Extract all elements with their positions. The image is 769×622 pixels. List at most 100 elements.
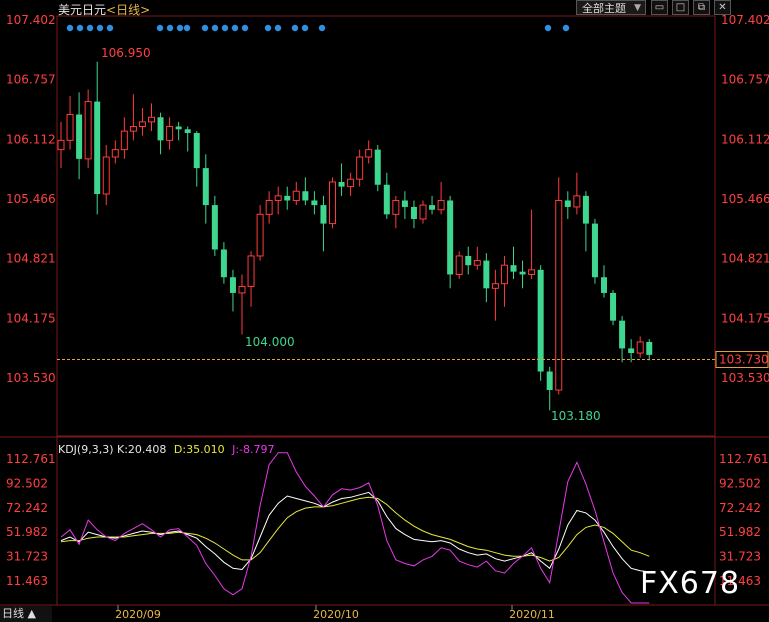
candle-body	[193, 132, 200, 169]
candle-body	[401, 200, 408, 207]
candle-body	[628, 348, 635, 354]
price-axis-label-right: 103.530	[721, 371, 769, 385]
event-dot	[274, 24, 282, 32]
candle-body	[138, 121, 146, 128]
kdj-axis-label-right: 31.723	[719, 550, 761, 564]
candle-body	[211, 205, 218, 250]
candle-body	[129, 126, 137, 132]
event-dot	[221, 24, 229, 32]
kdj-axis-label-left: 92.502	[6, 476, 48, 490]
candlestick-chart[interactable]: 107.402 107.402 106.757 106.757 106.112 106.1…	[0, 0, 769, 622]
candle-body	[528, 269, 536, 275]
candle-body	[120, 130, 128, 151]
candle-body	[94, 101, 101, 195]
event-dot	[76, 24, 84, 32]
kdj-axis-label-right: 112.761	[719, 452, 769, 466]
period-label: 日线 ▲	[2, 607, 36, 620]
kdj-d-value: D:35.010	[173, 443, 225, 456]
event-dot	[241, 24, 249, 32]
event-dot	[96, 24, 104, 32]
candle-body	[646, 341, 653, 355]
candle-body	[473, 260, 481, 266]
event-dot	[211, 24, 219, 32]
kdj-j-value: J:-8.797	[232, 443, 275, 456]
candle-body	[338, 181, 345, 187]
low-annotation-1: 104.000	[245, 335, 295, 349]
price-axis-label-right: 106.112	[721, 132, 769, 146]
low-annotation-2: 103.180	[551, 409, 601, 423]
candle-body	[447, 200, 454, 275]
candle-body	[329, 181, 336, 225]
candle-body	[392, 199, 400, 215]
price-axis-label-left: 104.821	[6, 252, 56, 266]
high-annotation: 106.950	[101, 46, 151, 60]
event-dot	[562, 24, 570, 32]
candle-body	[465, 255, 472, 266]
candle-body	[184, 129, 191, 133]
candle-body	[429, 205, 436, 210]
kdj-j-line	[60, 452, 650, 604]
event-dot	[183, 24, 191, 32]
candle-body	[519, 271, 526, 275]
candle-body	[238, 285, 246, 294]
candle-body	[455, 255, 463, 275]
event-dot	[264, 24, 272, 32]
kdj-axis-label-right: 72.242	[719, 501, 761, 515]
candle-body	[247, 255, 255, 287]
candle-body	[374, 149, 381, 185]
price-axis-label-left: 105.466	[6, 192, 56, 206]
candle-body	[619, 320, 626, 349]
event-dot	[301, 24, 309, 32]
price-axis-label-left: 106.112	[6, 132, 56, 146]
period-selector[interactable]: 日线 ▲	[0, 606, 52, 622]
candle-body	[491, 283, 499, 289]
candle-body	[111, 149, 119, 158]
kdj-axis-label-right: 92.502	[719, 476, 761, 490]
candle-body	[410, 206, 417, 219]
candle-body	[84, 101, 92, 160]
candle-body	[610, 292, 617, 321]
kdj-d-line	[60, 496, 650, 562]
event-dot	[86, 24, 94, 32]
candle-body	[591, 223, 598, 278]
candle-body	[356, 156, 364, 180]
candle-body	[284, 195, 291, 201]
candle-body	[202, 168, 209, 206]
candle-body	[148, 116, 155, 123]
event-dot	[291, 24, 299, 32]
candle-body	[57, 139, 65, 151]
event-dot	[156, 24, 164, 32]
candle-body	[256, 213, 264, 257]
candle-body	[311, 200, 318, 206]
candle-body	[383, 184, 390, 215]
candle-body	[546, 371, 553, 391]
candle-body	[265, 199, 273, 215]
date-axis-label: 2020/10	[313, 608, 359, 621]
kdj-axis-label-left: 31.723	[6, 550, 48, 564]
current-price-label: 103.730	[719, 353, 769, 367]
price-axis-label-right: 106.757	[721, 73, 769, 87]
event-dot	[106, 24, 114, 32]
event-dot	[318, 24, 326, 32]
event-dot	[166, 24, 174, 32]
price-axis-label-right: 104.821	[721, 252, 769, 266]
candle-body	[76, 114, 83, 159]
event-dot	[231, 24, 239, 32]
kdj-axis-label-left: 11.463	[6, 574, 48, 588]
candle-body	[274, 195, 282, 201]
candle-body	[302, 191, 309, 201]
price-axis-label-left: 107.402	[6, 13, 56, 27]
candle-body	[365, 149, 373, 158]
event-dot	[544, 24, 552, 32]
candle-body	[320, 205, 327, 224]
candle-body	[601, 277, 607, 293]
candle-body	[573, 195, 581, 208]
candle-body	[229, 277, 236, 293]
candle-body	[510, 265, 517, 272]
price-panel-border	[56, 15, 716, 437]
candle-body	[419, 204, 427, 220]
kdj-axis-label-left: 72.242	[6, 501, 48, 515]
candle-body	[157, 117, 164, 141]
price-axis-label-right: 107.402	[721, 13, 769, 27]
candle-body	[437, 199, 445, 211]
